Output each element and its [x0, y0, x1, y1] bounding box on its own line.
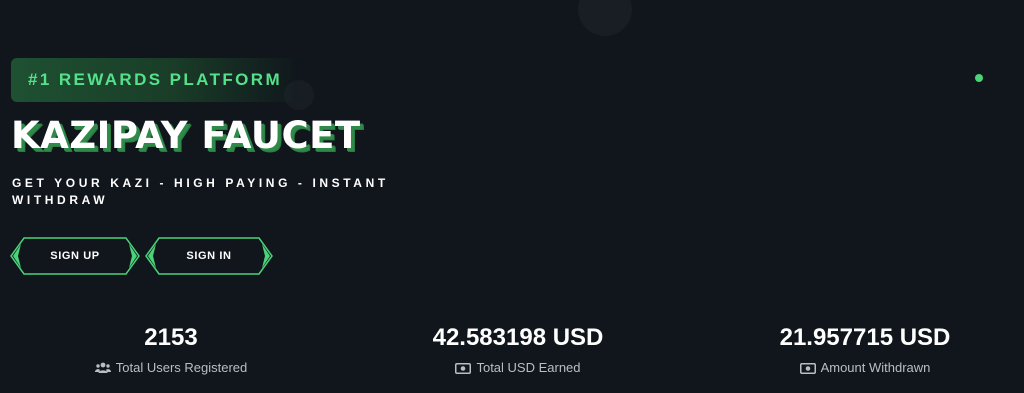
money-icon	[799, 362, 816, 374]
platform-badge: #1 REWARDS PLATFORM	[11, 58, 301, 102]
money-icon	[455, 362, 472, 374]
stat-earned: 42.583198 USD Total USD Earned	[348, 322, 688, 379]
stat-value: 42.583198 USD	[432, 324, 604, 351]
decorative-dot	[975, 74, 983, 82]
hero-subtitle: GET YOUR KAZI - HIGH PAYING - INSTANT WI…	[12, 176, 389, 207]
badge-text: #1 REWARDS PLATFORM	[28, 70, 283, 89]
stat-label-row: Amount Withdrawn	[799, 360, 931, 376]
hero-section: #1 REWARDS PLATFORM KAZIPAY FAUCET GET Y…	[0, 0, 1024, 393]
stat-withdrawn: 21.957715 USD Amount Withdrawn	[695, 322, 1024, 379]
stat-label-row: Total Users Registered	[94, 360, 248, 376]
stat-value: 2153	[144, 324, 198, 351]
sign-in-label: SIGN IN	[186, 250, 232, 262]
stat-users: 2153 Total Users Registered	[1, 322, 341, 379]
sign-up-label: SIGN UP	[50, 250, 100, 262]
sign-up-button[interactable]: SIGN UP	[10, 237, 140, 275]
stat-label: Total Users Registered	[115, 360, 248, 375]
stat-value: 21.957715 USD	[779, 324, 951, 351]
stat-label: Amount Withdrawn	[820, 360, 931, 375]
decorative-circle	[578, 0, 632, 36]
stat-label-row: Total USD Earned	[455, 360, 581, 376]
hero-title: KAZIPAY FAUCET	[11, 114, 361, 157]
stat-label: Total USD Earned	[476, 360, 581, 375]
sign-in-button[interactable]: SIGN IN	[145, 237, 273, 275]
users-icon	[94, 362, 111, 373]
